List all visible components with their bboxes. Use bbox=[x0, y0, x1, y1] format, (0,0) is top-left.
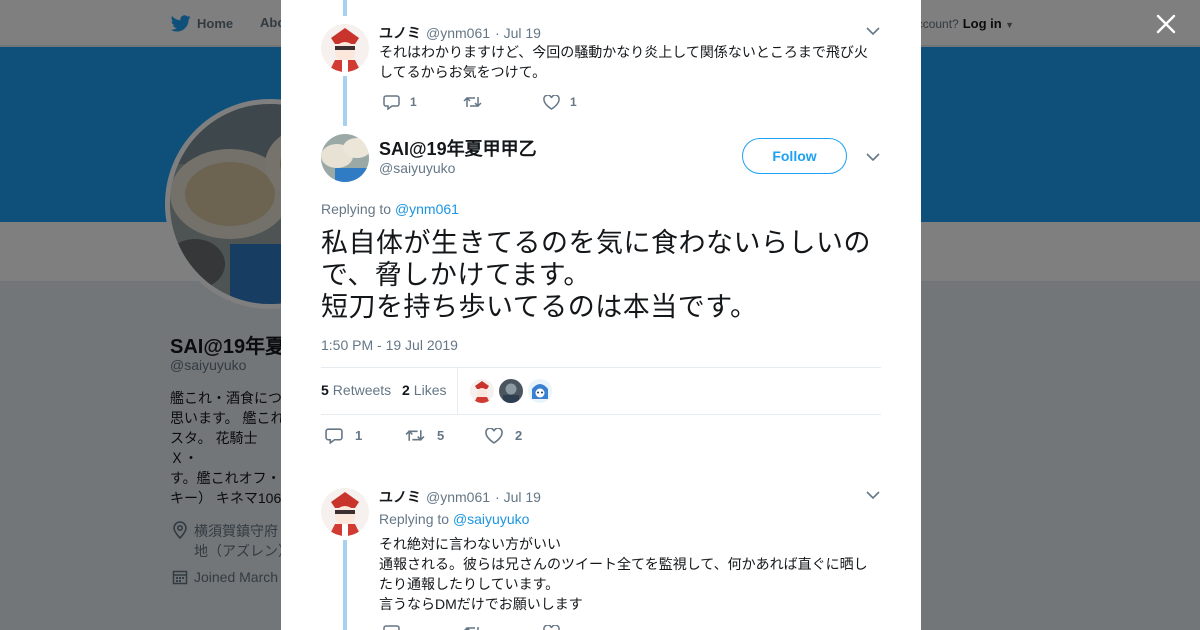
replying-to-link[interactable]: @saiyuyuko bbox=[453, 511, 529, 527]
likes-stat-label: Likes bbox=[413, 382, 447, 398]
chevron-down-icon[interactable] bbox=[866, 490, 880, 500]
reply-button[interactable] bbox=[383, 624, 463, 630]
divider bbox=[457, 368, 458, 415]
reply-count: 1 bbox=[355, 428, 363, 443]
retweet-icon bbox=[405, 430, 425, 441]
thread-line bbox=[343, 0, 347, 16]
close-icon[interactable] bbox=[1152, 10, 1180, 38]
chevron-down-icon[interactable] bbox=[866, 152, 880, 162]
reply-button[interactable]: 1 bbox=[325, 427, 405, 444]
avatar[interactable] bbox=[499, 379, 523, 403]
retweet-icon bbox=[463, 626, 479, 630]
avatar[interactable] bbox=[321, 488, 369, 536]
tweet-timestamp[interactable]: 1:50 PM - 19 Jul 2019 bbox=[321, 337, 458, 353]
tweet-author-name[interactable]: ユノミ bbox=[379, 487, 421, 507]
retweets-stat[interactable]: 5 Retweets bbox=[321, 382, 391, 398]
reply-icon bbox=[383, 625, 400, 630]
likes-stat-count: 2 bbox=[402, 382, 410, 398]
follow-button[interactable]: Follow bbox=[742, 138, 847, 174]
avatar[interactable] bbox=[321, 24, 369, 72]
tweet-time[interactable]: · Jul 19 bbox=[495, 25, 541, 41]
tweet-author-name[interactable]: SAI@19年夏甲甲乙 bbox=[379, 135, 537, 161]
likers-list bbox=[470, 379, 552, 403]
reply-count: 1 bbox=[410, 95, 417, 109]
like-count: 2 bbox=[515, 428, 523, 443]
tweet-author-handle[interactable]: @saiyuyuko bbox=[379, 160, 455, 176]
retweet-button[interactable]: 5 bbox=[405, 428, 485, 443]
avatar[interactable] bbox=[321, 134, 369, 182]
tweet-header: ユノミ @ynm061 · Jul 19 bbox=[379, 487, 541, 507]
chevron-down-icon[interactable] bbox=[866, 26, 880, 36]
tweet-actions: 1 5 2 bbox=[325, 427, 565, 444]
thread-line bbox=[343, 540, 347, 630]
tweet-actions bbox=[383, 624, 623, 630]
like-count: 1 bbox=[570, 95, 577, 109]
tweet-actions: 1 1 bbox=[383, 94, 623, 110]
retweet-icon bbox=[463, 96, 482, 108]
replying-to: Replying to @ynm061 bbox=[321, 201, 459, 217]
like-button[interactable] bbox=[543, 624, 623, 630]
retweets-stat-count: 5 bbox=[321, 382, 329, 398]
retweet-count: 5 bbox=[437, 428, 445, 443]
like-button[interactable]: 2 bbox=[485, 427, 565, 444]
reply-button[interactable]: 1 bbox=[383, 94, 463, 110]
tweet-stats: 5 Retweets 2 Likes bbox=[321, 367, 881, 415]
tweet-text: それはわかりますけど、今回の騒動かなり炎上して関係ないところまで飛び火してるから… bbox=[379, 44, 868, 80]
tweet-author-name[interactable]: ユノミ bbox=[379, 23, 421, 43]
likes-stat[interactable]: 2 Likes bbox=[402, 382, 446, 398]
retweet-button[interactable] bbox=[463, 625, 543, 630]
heart-icon bbox=[543, 94, 560, 110]
tweet-text: 私自体が生きてるのを気に食わないらしいので、脅しかけてます。 短刀を持ち歩いてる… bbox=[321, 228, 871, 322]
tweet-author-handle[interactable]: @ynm061 bbox=[426, 489, 490, 505]
avatar[interactable] bbox=[470, 379, 494, 403]
tweet-author-handle[interactable]: @ynm061 bbox=[426, 25, 490, 41]
retweets-stat-label: Retweets bbox=[332, 382, 392, 398]
tweet-time[interactable]: · Jul 19 bbox=[495, 489, 541, 505]
tweet-header: ユノミ @ynm061 · Jul 19 bbox=[379, 23, 541, 43]
reply-icon bbox=[325, 428, 343, 444]
replying-prefix: Replying to bbox=[379, 511, 450, 527]
replying-to: Replying to @saiyuyuko bbox=[379, 511, 529, 527]
thread-line bbox=[343, 76, 347, 126]
tweet-text: それ絶対に言わない方がいい 通報される。彼らは兄さんのツイート全てを監視して、何… bbox=[379, 536, 868, 612]
replying-prefix: Replying to bbox=[321, 201, 392, 217]
tweet-modal: ユノミ @ynm061 · Jul 19 それはわかりますけど、今回の騒動かなり… bbox=[281, 0, 921, 630]
like-button[interactable]: 1 bbox=[543, 94, 623, 110]
heart-icon bbox=[485, 427, 503, 444]
retweet-button[interactable] bbox=[463, 95, 543, 109]
avatar[interactable] bbox=[528, 379, 552, 403]
heart-icon bbox=[543, 624, 560, 630]
reply-icon bbox=[383, 95, 400, 110]
replying-to-link[interactable]: @ynm061 bbox=[395, 201, 459, 217]
